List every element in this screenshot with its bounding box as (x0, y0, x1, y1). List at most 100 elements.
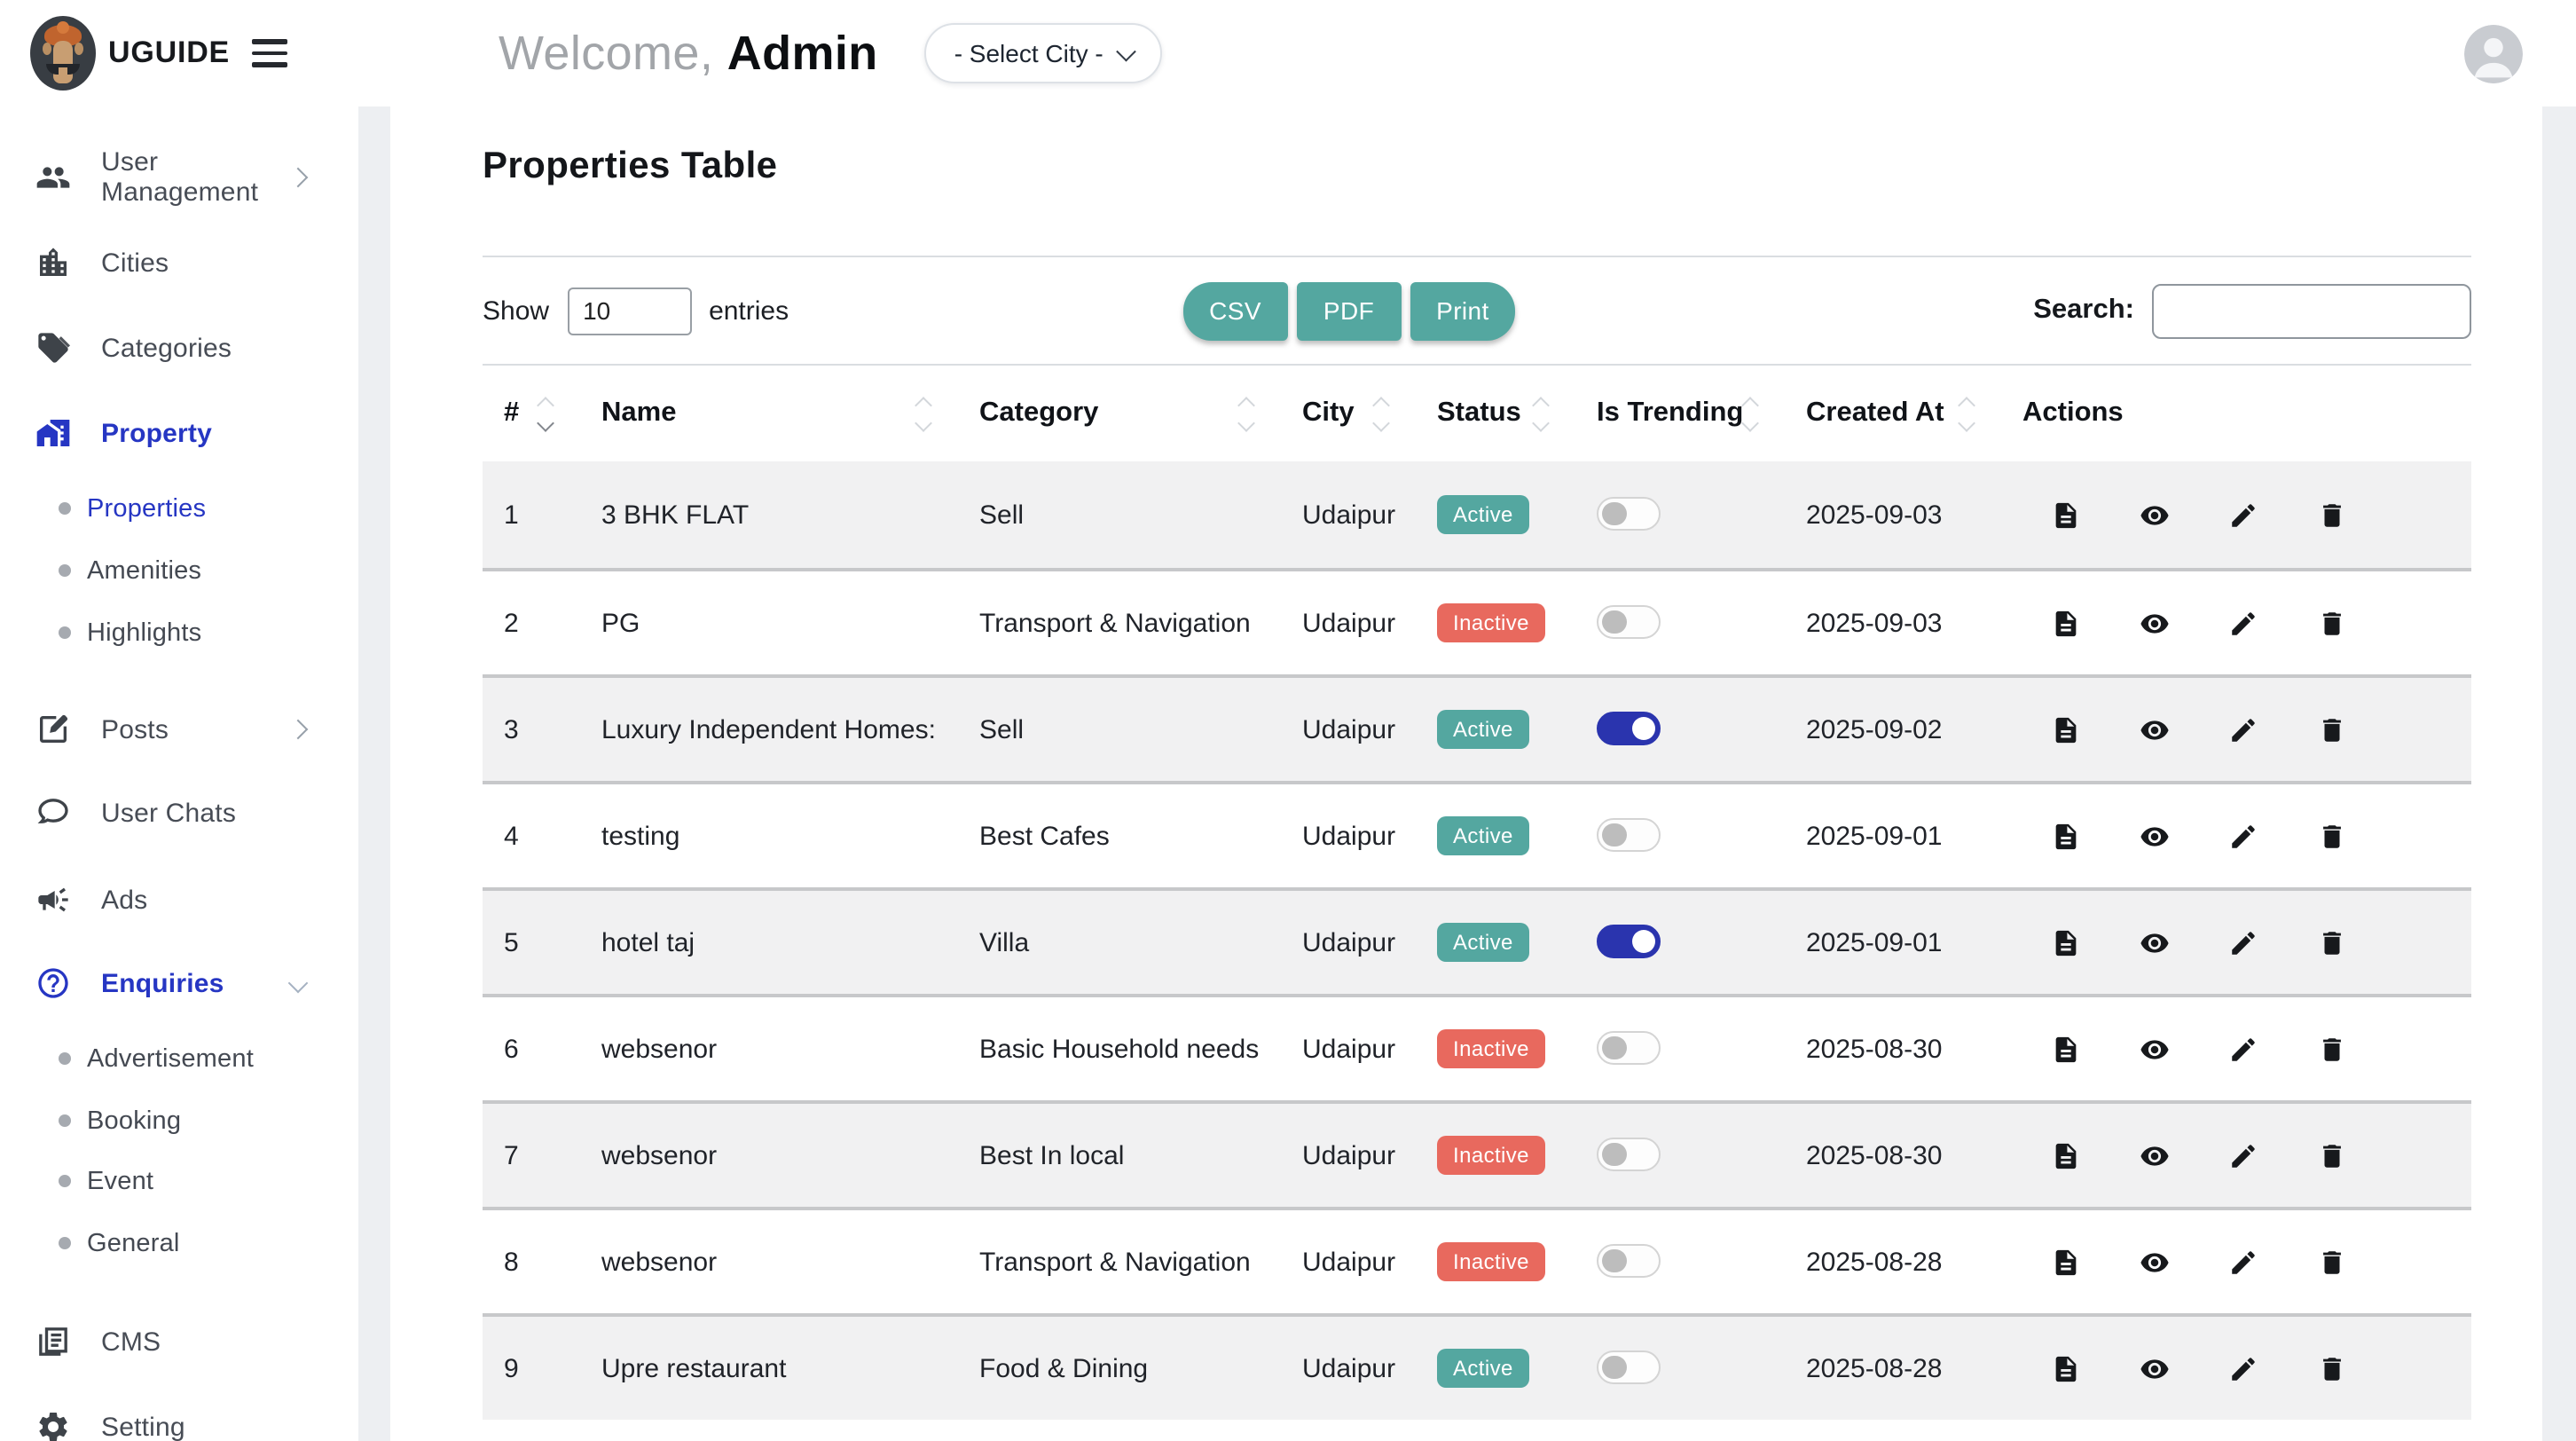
edit-action-button[interactable] (2228, 1034, 2258, 1064)
sidebar-item-event[interactable]: Event (0, 1152, 358, 1210)
document-action-button[interactable] (2051, 927, 2081, 957)
view-action-button[interactable] (2140, 500, 2170, 530)
sidebar-item-property[interactable]: Property (0, 398, 358, 469)
edit-action-button[interactable] (2228, 1353, 2258, 1383)
delete-action-button[interactable] (2317, 1034, 2347, 1064)
property-category: Villa (958, 927, 1281, 957)
entries-selector: Show entries (483, 287, 789, 335)
row-number: 6 (483, 1034, 580, 1064)
sidebar-item-cities[interactable]: Cities (0, 227, 358, 298)
document-action-button[interactable] (2051, 608, 2081, 638)
edit-action-button[interactable] (2228, 714, 2258, 744)
edit-action-button[interactable] (2228, 927, 2258, 957)
created-date: 2025-09-01 (1785, 821, 2001, 851)
delete-action-button[interactable] (2317, 500, 2347, 530)
trending-toggle[interactable] (1597, 605, 1661, 639)
sidebar-subitem-label: Booking (87, 1106, 181, 1135)
scrollbar-track[interactable] (2542, 106, 2576, 1441)
view-action-button[interactable] (2140, 714, 2170, 744)
edit-action-button[interactable] (2228, 608, 2258, 638)
sidebar-item-cms[interactable]: CMS (0, 1306, 358, 1377)
sidebar-item-advertisement[interactable]: Advertisement (0, 1029, 358, 1088)
trending-toggle[interactable] (1597, 1031, 1661, 1065)
delete-action-button[interactable] (2317, 821, 2347, 851)
sidebar-item-booking[interactable]: Booking (0, 1091, 358, 1150)
eye-icon (2140, 1140, 2170, 1170)
sidebar-item-categories[interactable]: Categories (0, 312, 358, 383)
delete-action-button[interactable] (2317, 608, 2347, 638)
delete-action-button[interactable] (2317, 1353, 2347, 1383)
view-action-button[interactable] (2140, 1140, 2170, 1170)
document-action-button[interactable] (2051, 1247, 2081, 1277)
column-header-category[interactable]: Category (958, 398, 1281, 429)
export-csv-button[interactable]: CSV (1182, 281, 1288, 340)
sidebar-item-user-chats[interactable]: User Chats (0, 777, 358, 848)
view-action-button[interactable] (2140, 1353, 2170, 1383)
edit-action-button[interactable] (2228, 821, 2258, 851)
column-header-number[interactable]: # (483, 398, 580, 429)
trash-icon (2317, 821, 2347, 851)
sidebar-item-ads[interactable]: Ads (0, 864, 358, 935)
sidebar-item-general[interactable]: General (0, 1214, 358, 1272)
sidebar-subitem-label: Highlights (87, 618, 201, 647)
export-pdf-button[interactable]: PDF (1297, 281, 1401, 340)
search-input[interactable] (2152, 283, 2471, 338)
sidebar-item-enquiries[interactable]: Enquiries (0, 948, 358, 1019)
delete-action-button[interactable] (2317, 1247, 2347, 1277)
document-action-button[interactable] (2051, 821, 2081, 851)
sidebar-item-label: Property (101, 418, 212, 448)
edit-action-button[interactable] (2228, 1140, 2258, 1170)
sidebar-item-user-management[interactable]: User Management (0, 142, 358, 213)
row-actions (2001, 608, 2471, 638)
trending-toggle[interactable] (1597, 925, 1661, 958)
column-header-name[interactable]: Name (580, 398, 958, 429)
menu-toggle-icon[interactable] (247, 36, 290, 70)
sidebar-item-posts[interactable]: Posts (0, 694, 358, 765)
sidebar-subitem-label: General (87, 1229, 180, 1257)
sidebar-item-properties[interactable]: Properties (0, 479, 358, 538)
trending-toggle[interactable] (1597, 497, 1661, 531)
trending-toggle[interactable] (1597, 1244, 1661, 1278)
trending-toggle[interactable] (1597, 1350, 1661, 1384)
column-header-city[interactable]: City (1281, 398, 1416, 429)
entries-count-input[interactable] (567, 287, 691, 335)
export-print-button[interactable]: Print (1410, 281, 1516, 340)
property-city: Udaipur (1281, 1247, 1416, 1277)
view-action-button[interactable] (2140, 821, 2170, 851)
document-action-button[interactable] (2051, 1140, 2081, 1170)
column-header-created-at[interactable]: Created At (1785, 398, 2001, 429)
column-header-is-trending[interactable]: Is Trending (1575, 398, 1785, 429)
view-action-button[interactable] (2140, 1247, 2170, 1277)
column-header-label: Created At (1806, 398, 1944, 429)
user-avatar[interactable] (2464, 24, 2523, 83)
divider (483, 256, 2471, 257)
document-action-button[interactable] (2051, 1034, 2081, 1064)
created-date: 2025-09-01 (1785, 927, 2001, 957)
view-action-button[interactable] (2140, 1034, 2170, 1064)
column-header-label: Status (1437, 398, 1521, 429)
sidebar-item-highlights[interactable]: Highlights (0, 603, 358, 662)
delete-action-button[interactable] (2317, 927, 2347, 957)
sidebar-item-label: Posts (101, 714, 169, 744)
edit-action-button[interactable] (2228, 1247, 2258, 1277)
property-name: testing (580, 821, 958, 851)
sidebar-item-setting[interactable]: Setting (0, 1391, 358, 1441)
document-action-button[interactable] (2051, 1353, 2081, 1383)
trending-toggle[interactable] (1597, 1138, 1661, 1171)
tags-icon (35, 330, 71, 366)
file-icon (2051, 1353, 2081, 1383)
document-action-button[interactable] (2051, 714, 2081, 744)
trending-toggle[interactable] (1597, 818, 1661, 852)
column-header-status[interactable]: Status (1416, 398, 1575, 429)
sidebar-item-amenities[interactable]: Amenities (0, 541, 358, 600)
view-action-button[interactable] (2140, 927, 2170, 957)
delete-action-button[interactable] (2317, 1140, 2347, 1170)
created-date: 2025-09-03 (1785, 500, 2001, 530)
delete-action-button[interactable] (2317, 714, 2347, 744)
document-action-button[interactable] (2051, 500, 2081, 530)
pencil-icon (2228, 714, 2258, 744)
city-select-dropdown[interactable]: - Select City - (924, 23, 1163, 83)
trending-toggle[interactable] (1597, 712, 1661, 745)
view-action-button[interactable] (2140, 608, 2170, 638)
edit-action-button[interactable] (2228, 500, 2258, 530)
